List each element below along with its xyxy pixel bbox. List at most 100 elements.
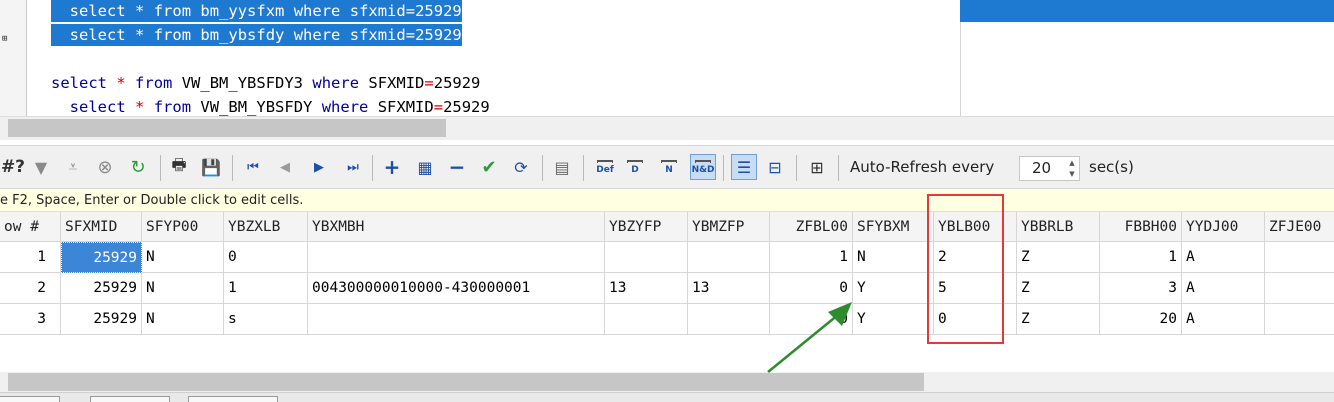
grid-cell[interactable] (605, 242, 688, 273)
record-view-icon[interactable]: ⊟ (764, 154, 786, 180)
grid-scroll-thumb[interactable] (8, 373, 924, 391)
set-null-default-icon[interactable]: N&D (690, 154, 716, 180)
grid-cell[interactable] (688, 242, 770, 273)
spinner-down-icon[interactable]: ▼ (1067, 169, 1077, 179)
column-header[interactable]: YYDJ00 (1182, 212, 1265, 242)
grid-cell[interactable]: 0 (934, 304, 1017, 335)
delete-record-icon[interactable]: − (446, 154, 468, 180)
grid-cell[interactable]: 25929 (61, 304, 142, 335)
grid-cell[interactable]: 25929 (61, 273, 142, 304)
grid-cell[interactable]: A (1182, 304, 1265, 335)
filter-icon[interactable]: ▼ (30, 154, 52, 180)
grid-cell[interactable]: 20 (1100, 304, 1182, 335)
form-view-icon[interactable]: ▤ (551, 154, 573, 180)
filter-clear-icon[interactable]: ⩡ (62, 154, 84, 180)
grid-cell[interactable]: N (142, 304, 224, 335)
editor-horizontal-scrollbar[interactable] (0, 116, 1334, 140)
table-row[interactable]: 3 25929 N s 0 Y 0 Z 20 A (0, 304, 1334, 335)
column-header[interactable]: ZFJE00 (1265, 212, 1334, 242)
bottom-tab[interactable] (188, 396, 278, 402)
grid-cell[interactable]: 0 (224, 242, 308, 273)
grid-cell[interactable]: N (853, 242, 934, 273)
post-edit-icon[interactable]: ✔ (478, 154, 500, 180)
table-row[interactable]: 2 25929 N 1 004300000010000-430000001 13… (0, 273, 1334, 304)
grid-cell[interactable]: N (142, 273, 224, 304)
refresh-record-icon[interactable]: ⟳ (510, 154, 532, 180)
grid-cell[interactable]: Y (853, 304, 934, 335)
row-number[interactable]: 1 (0, 242, 61, 273)
single-record-icon[interactable]: ⊞ (806, 154, 828, 180)
previous-record-icon[interactable]: ◀ (274, 154, 296, 180)
column-header[interactable]: YBBRLB (1017, 212, 1100, 242)
grid-cell[interactable]: 25929 (61, 242, 142, 273)
code-line-3[interactable]: select * from VW_BM_YBSFDY3 where SFXMID… (51, 72, 480, 94)
grid-icon[interactable]: ▦ (414, 154, 436, 180)
fold-marker-icon[interactable]: ⊞ (2, 34, 7, 44)
auto-refresh-interval-value[interactable]: 20 (1032, 159, 1051, 177)
column-header[interactable]: SFYP00 (142, 212, 224, 242)
grid-cell[interactable]: Y (853, 273, 934, 304)
code-line-1[interactable]: select * from bm_yysfxm where sfxmid=259… (51, 0, 462, 22)
insert-record-icon[interactable]: + (381, 154, 403, 180)
grid-cell[interactable] (308, 304, 605, 335)
refresh-icon[interactable]: ↻ (127, 154, 149, 180)
grid-view-icon[interactable]: ☰ (731, 154, 757, 180)
bottom-tab[interactable] (0, 396, 60, 402)
column-header[interactable]: ZFBL00 (770, 212, 853, 242)
grid-cell[interactable]: 004300000010000-430000001 (308, 273, 605, 304)
grid-horizontal-scrollbar[interactable] (0, 372, 1334, 392)
column-header[interactable]: YBLB00 (934, 212, 1017, 242)
set-default-icon[interactable]: Def (592, 154, 618, 180)
code-line-4[interactable]: select * from VW_BM_YBSFDY where SFXMID=… (51, 96, 490, 116)
grid-cell[interactable] (1265, 273, 1334, 304)
table-row[interactable]: 1 25929 N 0 1 N 2 Z 1 A (0, 242, 1334, 273)
cancel-icon[interactable]: ⊗ (94, 154, 116, 180)
sql-editor[interactable]: ⊞ select * from bm_yysfxm where sfxmid=2… (0, 0, 1334, 116)
save-icon[interactable]: 💾 (200, 154, 222, 180)
column-header[interactable]: SFXMID (61, 212, 142, 242)
grid-cell[interactable]: 1 (770, 242, 853, 273)
grid-cell[interactable]: 1 (1100, 242, 1182, 273)
grid-cell[interactable]: 1 (224, 273, 308, 304)
column-header[interactable]: YBXMBH (308, 212, 605, 242)
grid-cell[interactable] (1265, 242, 1334, 273)
code-line-2[interactable]: select * from bm_ybsfdy where sfxmid=259… (51, 24, 462, 46)
grid-cell[interactable]: A (1182, 242, 1265, 273)
editor-scroll-thumb[interactable] (8, 119, 446, 137)
column-header[interactable]: FBBH00 (1100, 212, 1182, 242)
grid-cell[interactable] (605, 304, 688, 335)
auto-refresh-interval-spinner[interactable]: 20 ▲ ▼ (1019, 156, 1080, 181)
grid-cell[interactable]: 0 (770, 273, 853, 304)
grid-cell[interactable]: 3 (1100, 273, 1182, 304)
grid-cell[interactable]: Z (1017, 273, 1100, 304)
row-number[interactable]: 2 (0, 273, 61, 304)
grid-cell[interactable]: Z (1017, 242, 1100, 273)
column-header[interactable]: YBZXLB (224, 212, 308, 242)
last-record-icon[interactable]: ⏭ (342, 154, 364, 180)
grid-cell[interactable]: 2 (934, 242, 1017, 273)
column-header[interactable]: YBZYFP (605, 212, 688, 242)
grid-cell[interactable]: A (1182, 273, 1265, 304)
grid-cell[interactable]: 13 (688, 273, 770, 304)
bottom-tab[interactable] (90, 396, 170, 402)
row-number[interactable]: 3 (0, 304, 61, 335)
grid-cell[interactable]: s (224, 304, 308, 335)
next-record-icon[interactable]: ▶ (308, 154, 330, 180)
grid-cell[interactable] (688, 304, 770, 335)
spinner-up-icon[interactable]: ▲ (1067, 158, 1077, 168)
grid-cell[interactable]: Z (1017, 304, 1100, 335)
first-record-icon[interactable]: ⏮ (242, 154, 264, 180)
result-grid[interactable]: ow # SFXMID SFYP00 YBZXLB YBXMBH YBZYFP … (0, 212, 1334, 372)
query-by-example-icon[interactable]: #? (0, 154, 26, 180)
print-icon[interactable]: 🖶 (168, 154, 190, 180)
set-d-icon[interactable]: D (624, 154, 646, 180)
column-header[interactable]: YBMZFP (688, 212, 770, 242)
grid-cell[interactable] (1265, 304, 1334, 335)
grid-cell[interactable]: 5 (934, 273, 1017, 304)
set-null-icon[interactable]: N (658, 154, 680, 180)
column-header[interactable]: SFYBXM (853, 212, 934, 242)
grid-cell[interactable] (308, 242, 605, 273)
grid-cell[interactable]: 13 (605, 273, 688, 304)
grid-cell[interactable]: 0 (770, 304, 853, 335)
grid-cell[interactable]: N (142, 242, 224, 273)
